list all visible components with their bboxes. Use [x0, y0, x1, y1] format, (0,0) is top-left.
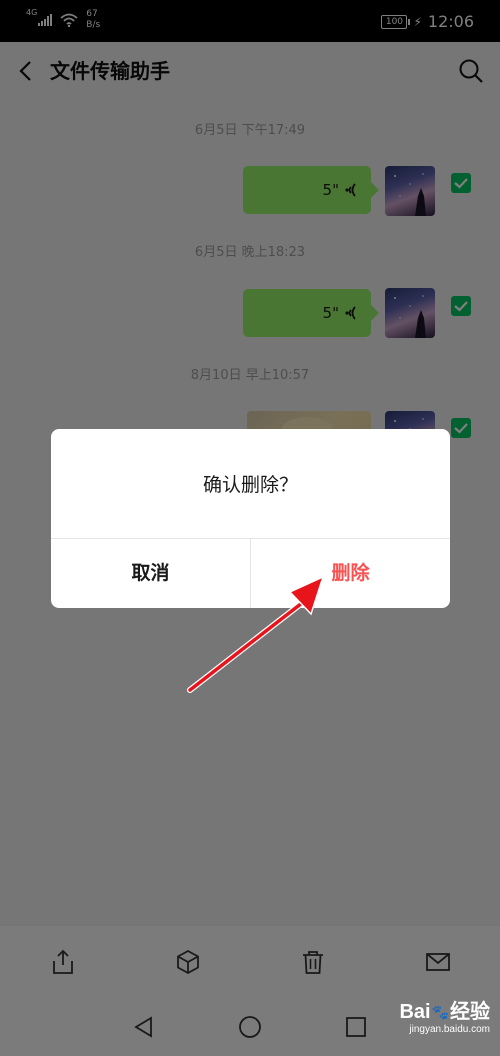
- watermark-brand-right: 经验: [450, 1001, 490, 1023]
- cancel-button[interactable]: 取消: [51, 539, 250, 608]
- paw-icon: 🐾: [431, 1004, 449, 1020]
- dialog-message: 确认删除？: [202, 474, 298, 496]
- watermark: Bai 🐾 经验 jingyan.baidu.com: [399, 1000, 490, 1036]
- watermark-url: jingyan.baidu.com: [409, 1024, 490, 1035]
- confirm-delete-dialog: 确认删除？ 取消 删除: [51, 429, 450, 608]
- watermark-brand-left: Bai: [399, 1001, 431, 1023]
- confirm-delete-button[interactable]: 删除: [251, 539, 450, 608]
- watermark-logo: Bai 🐾 经验: [399, 1000, 490, 1024]
